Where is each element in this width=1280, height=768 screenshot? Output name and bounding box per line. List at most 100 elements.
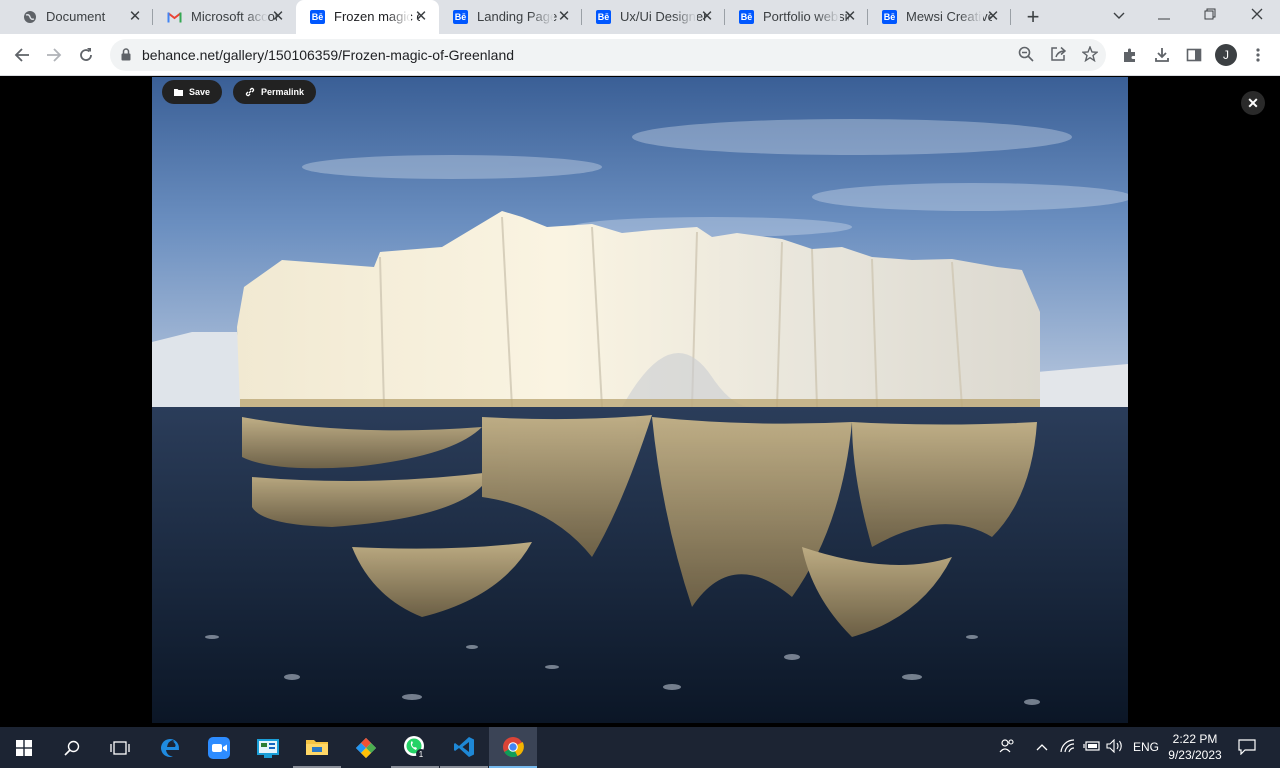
behance-logo-text: Bē [882,10,897,24]
reload-icon [80,48,92,61]
tab-close-icon[interactable]: ✕ [270,9,286,25]
taskbar-edge[interactable] [146,727,194,768]
permalink-button[interactable]: Permalink [233,80,317,104]
tab-close-icon[interactable]: ✕ [985,9,1001,25]
start-button[interactable] [0,727,48,768]
behance-icon: Bē [310,10,325,24]
wifi-icon[interactable] [1060,739,1076,756]
tab-title-fade [530,6,554,28]
taskbar-whatsapp[interactable]: 1 [391,727,439,768]
share-icon[interactable] [1050,46,1067,67]
lock-icon[interactable] [121,48,131,66]
tab-close-icon[interactable]: ✕ [699,9,715,25]
gallery-viewer: Save Permalink ✕ [0,77,1280,727]
tab-title-fade [673,6,697,28]
tab-portfolio-website[interactable]: Bē Portfolio website ✕ [725,0,868,34]
tab-microsoft-account[interactable]: Microsoft account ✕ [153,0,296,34]
folder-icon [306,739,328,755]
restore-button[interactable] [1197,5,1223,27]
link-icon [245,87,255,97]
reload-button[interactable] [73,42,99,68]
tab-mewsi-creative[interactable]: Bē Mewsi Creative ✕ [868,0,1011,34]
taskbar-chrome[interactable] [489,727,537,768]
tab-ux-ui-designer[interactable]: Bē Ux/Ui Designer ✕ [582,0,725,34]
close-window-button[interactable] [1244,5,1270,27]
tab-landing-page[interactable]: Bē Landing Page - Behance ✕ [439,0,582,34]
save-button[interactable]: Save [162,80,223,104]
battery-icon[interactable] [1083,740,1101,755]
tab-search-chevron-down-icon[interactable] [1106,5,1132,27]
url-text[interactable]: behance.net/gallery/150106359/Frozen-mag… [142,47,514,63]
behance-logo-text: Bē [739,10,754,24]
profile-avatar[interactable]: J [1215,44,1237,66]
download-icon [1155,48,1169,62]
taskbar-vscode[interactable] [440,727,488,768]
address-bar[interactable]: behance.net/gallery/150106359/Frozen-mag… [110,39,1106,71]
side-panel-button[interactable] [1181,42,1207,68]
people-icon[interactable] [999,738,1015,757]
zoom-icon[interactable] [1018,46,1034,67]
taskbar-git[interactable] [342,727,390,768]
back-button[interactable] [9,42,35,68]
behance-icon: Bē [739,10,754,24]
tab-title-fade [959,6,983,28]
more-vert-icon [1256,48,1260,62]
tab-close-icon[interactable]: ✕ [556,9,572,25]
bookmark-star-icon[interactable] [1081,45,1099,67]
search-icon [64,740,80,756]
taskbar-file-explorer[interactable] [293,727,341,768]
menu-button[interactable] [1245,42,1271,68]
taskbar-control-panel[interactable] [244,727,292,768]
clock-date: 9/23/2023 [1168,748,1222,762]
behance-logo-text: Bē [596,10,611,24]
new-tab-button[interactable]: + [1021,6,1045,28]
chrome-icon [503,736,524,757]
control-panel-icon [257,738,279,758]
taskbar-zoom[interactable] [195,727,243,768]
close-viewer-button[interactable]: ✕ [1241,91,1265,115]
forward-button[interactable] [41,42,67,68]
downloads-button[interactable] [1149,42,1175,68]
folder-icon [174,89,183,96]
notification-center-icon[interactable] [1238,739,1256,758]
extensions-button[interactable] [1117,42,1143,68]
back-arrow-icon [14,48,29,62]
tab-title-fade [244,6,268,28]
forward-arrow-icon [47,48,62,62]
git-icon [356,737,376,758]
windows-taskbar: 1 ENG 2:22 PM 9/23/2023 [0,727,1280,768]
tab-close-icon[interactable]: ✕ [127,9,143,25]
language-indicator[interactable]: ENG [1133,740,1159,754]
tab-separator [1010,9,1011,25]
whatsapp-icon: 1 [404,735,426,759]
tab-strip: Document ✕ Microsoft account ✕ Bē Frozen… [0,0,1280,34]
gmail-icon [167,10,182,24]
globe-icon [22,10,37,24]
tab-document[interactable]: Document ✕ [8,0,153,34]
tab-frozen-magic[interactable]: Bē Frozen magic of Greenland ✕ [296,0,439,34]
side-panel-icon [1186,48,1202,62]
show-hidden-icons-chevron-up-icon[interactable] [1036,740,1048,754]
tab-close-icon[interactable]: ✕ [842,9,858,25]
tab-title: Document [46,10,106,24]
task-view-button[interactable] [96,727,144,768]
edge-icon [161,738,179,757]
zoom-app-icon [208,736,230,759]
search-button[interactable] [48,727,96,768]
minimize-button[interactable] [1151,5,1177,27]
tab-close-icon[interactable]: ✕ [413,9,429,25]
iceberg-photo[interactable]: Save Permalink [152,77,1128,723]
behance-icon: Bē [596,10,611,24]
clock[interactable]: 2:22 PM 9/23/2023 [1166,731,1224,763]
volume-icon[interactable] [1106,738,1124,756]
behance-icon: Bē [453,10,468,24]
tab-title-fade [816,6,840,28]
behance-logo-text: Bē [453,10,468,24]
permalink-label: Permalink [261,87,305,97]
behance-logo-text: Bē [310,10,325,24]
windows-logo-icon [16,739,32,756]
puzzle-icon [1124,48,1135,62]
clock-time: 2:22 PM [1172,732,1218,746]
task-view-icon [110,740,130,755]
behance-icon: Bē [882,10,897,24]
